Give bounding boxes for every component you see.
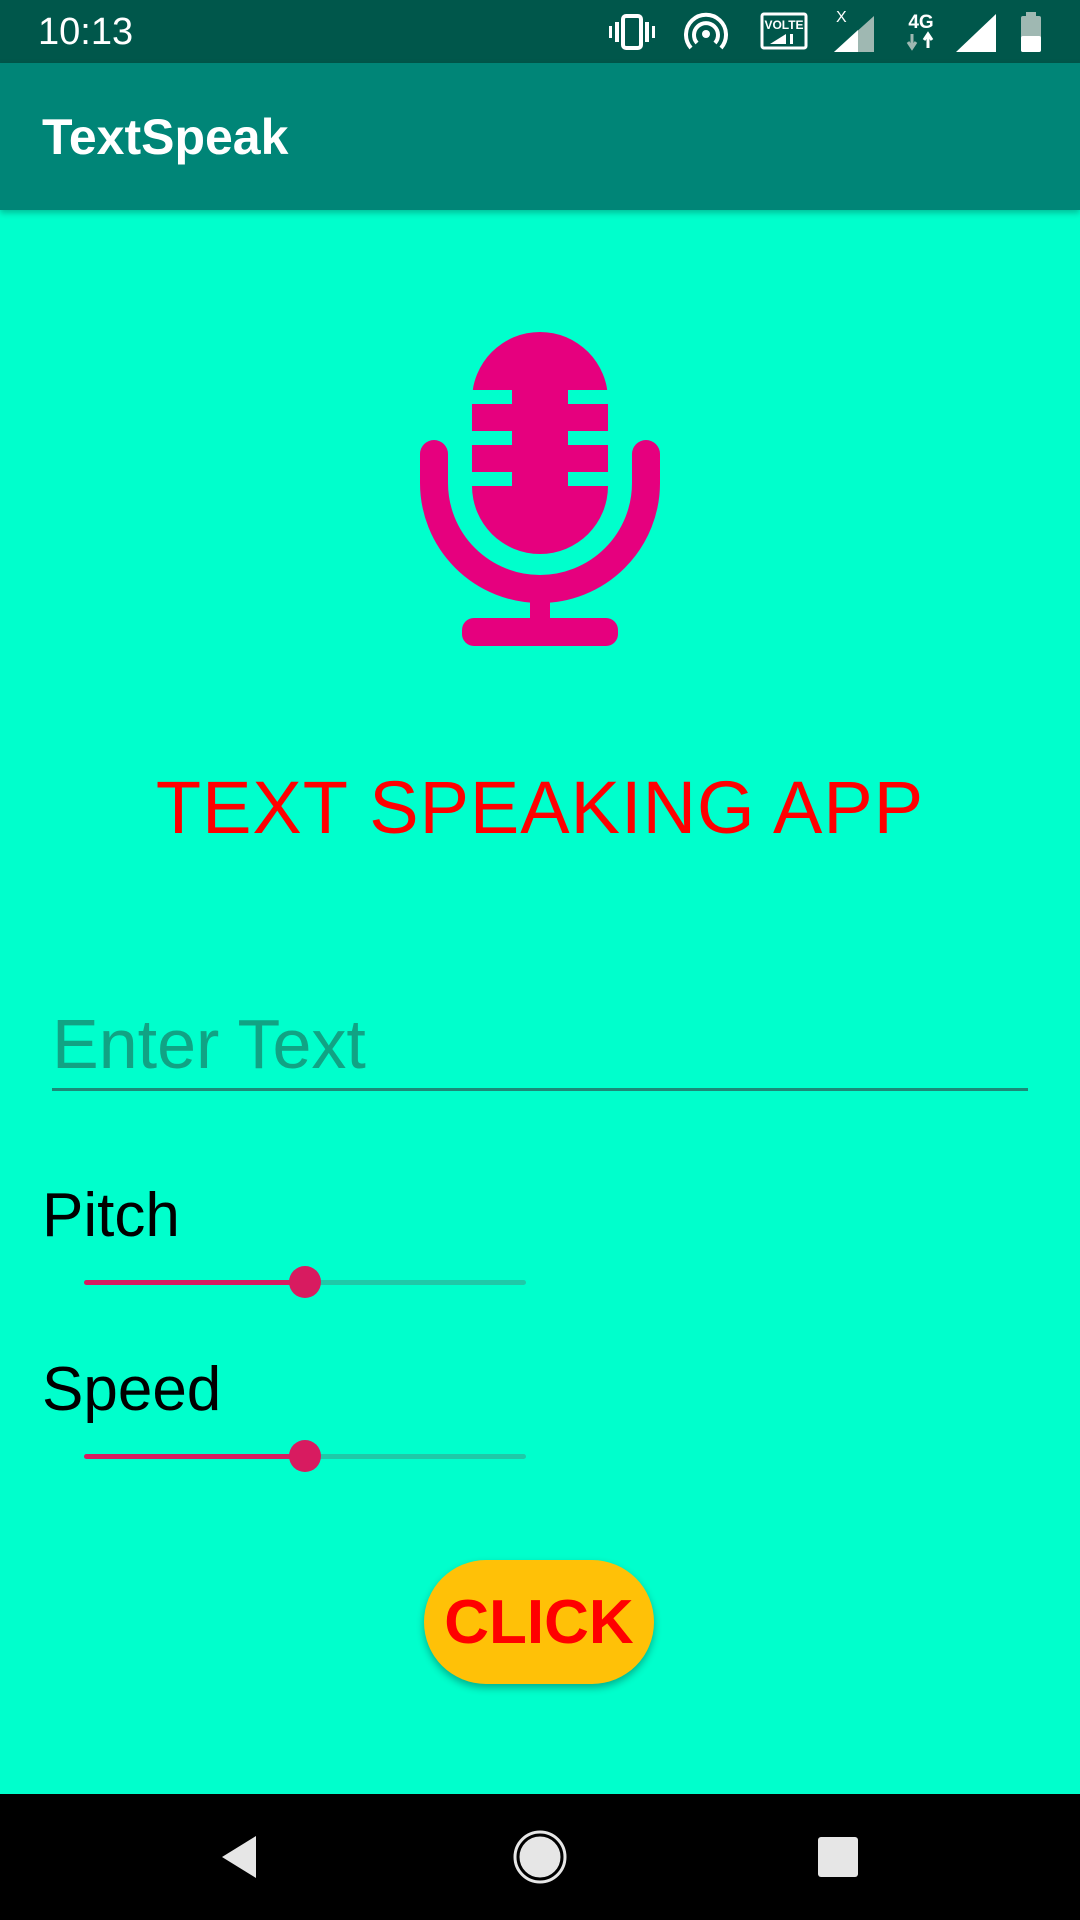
click-button[interactable]: CLICK [424,1560,654,1684]
pitch-slider-fill [84,1280,305,1285]
app-heading: TEXT SPEAKING APP [155,766,925,849]
signal-x-icon: X [834,10,874,52]
hotspot-icon [684,12,728,50]
pitch-slider-thumb[interactable] [289,1266,321,1298]
microphone-icon [420,332,660,646]
network-text: 4G [908,12,933,33]
speed-slider-fill [84,1454,305,1459]
speed-slider-thumb[interactable] [289,1440,321,1472]
battery-icon [1021,12,1041,52]
signal-icon [956,14,996,52]
back-icon[interactable] [206,1824,272,1890]
status-time: 10:13 [38,11,134,53]
app-bar: TextSpeak [0,63,1080,210]
pitch-slider[interactable] [84,1262,526,1302]
sim-no-signal-mark: X [836,10,847,26]
volte-text: VOLTE [764,18,803,32]
screen: 10:13 VOLTE X 4G TextSpeak TEXT SPEAKING… [0,0,1080,1920]
home-icon[interactable] [507,1824,573,1890]
app-title: TextSpeak [42,109,289,165]
pitch-label: Pitch [42,1181,180,1250]
vibrate-icon [609,14,655,50]
speed-label: Speed [42,1355,222,1424]
speed-slider[interactable] [84,1436,526,1476]
recents-icon[interactable] [805,1824,871,1890]
nav-bar [0,1794,1080,1920]
text-input[interactable] [52,1000,1028,1091]
volte-icon: VOLTE [760,12,808,50]
network-4g-icon: 4G [906,12,934,51]
status-bar: 10:13 VOLTE X 4G [0,0,1080,63]
